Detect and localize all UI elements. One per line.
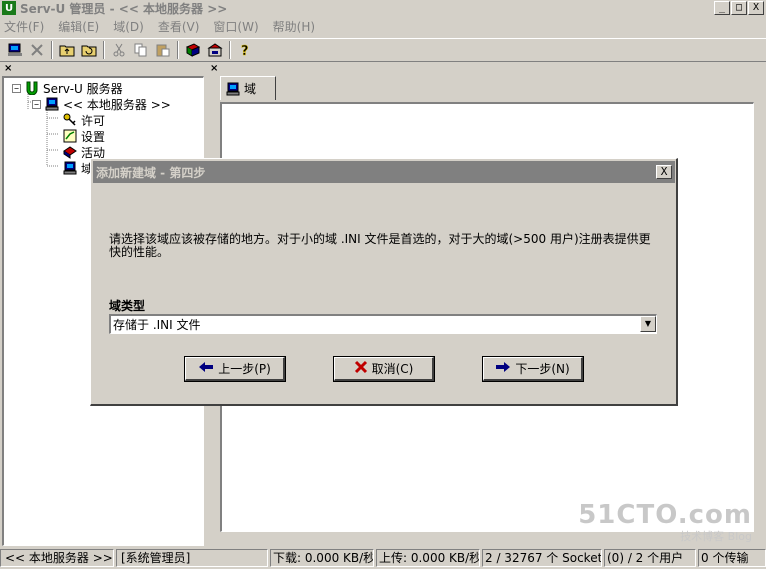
connect-icon[interactable] xyxy=(4,40,26,60)
dropdown-arrow-icon[interactable]: ▼ xyxy=(640,316,656,332)
title-bar: U Serv-U 管理员 - << 本地服务器 >> _ □ X xyxy=(0,0,766,16)
tab-label: 域 xyxy=(244,82,257,96)
book-icon[interactable] xyxy=(182,40,204,60)
paste-icon[interactable] xyxy=(152,40,174,60)
toolbar-separator xyxy=(51,41,53,59)
menu-file[interactable]: 文件(F) xyxy=(4,18,44,35)
add-domain-dialog: 添加新建域 - 第四步 X 请选择该域应该被存储的地方。对于小的域 .INI 文… xyxy=(90,158,678,406)
cancel-button-label: 取消(C) xyxy=(371,362,414,376)
dialog-title: 添加新建域 - 第四步 xyxy=(96,165,206,180)
toolbar-separator xyxy=(177,41,179,59)
tree-item-servu-server[interactable]: − Serv-U 服务器 xyxy=(12,80,123,96)
red-x-icon xyxy=(354,360,368,378)
serv-u-icon xyxy=(24,81,40,95)
right-pane-close-icon[interactable]: × xyxy=(210,64,218,74)
delete-icon[interactable] xyxy=(26,40,48,60)
close-window-button[interactable]: X xyxy=(748,1,764,15)
window-title: Serv-U 管理员 - << 本地服务器 >> xyxy=(20,1,228,16)
watermark-brand: 51CTO.com xyxy=(578,500,752,530)
arrow-right-icon xyxy=(495,361,511,376)
minimize-button[interactable]: _ xyxy=(714,1,730,15)
status-download: 下载: 0.000 KB/秒 xyxy=(270,549,374,567)
domain-type-value: 存储于 .INI 文件 xyxy=(113,318,201,332)
status-users: (0) / 2 个用户 xyxy=(604,549,696,567)
back-button[interactable]: 上一步(P) xyxy=(185,357,285,381)
status-transfers: 0 个传输 xyxy=(698,549,766,567)
toolbar-separator xyxy=(103,41,105,59)
serv-u-app-icon: U xyxy=(2,1,16,15)
activity-icon xyxy=(62,145,78,159)
server-icon[interactable] xyxy=(204,40,226,60)
toolbar-separator xyxy=(229,41,231,59)
tree-item-label: 许可 xyxy=(81,113,106,128)
next-button[interactable]: 下一步(N) xyxy=(483,357,583,381)
domain-type-select[interactable]: 存储于 .INI 文件 ▼ xyxy=(109,314,657,334)
menu-domain[interactable]: 域(D) xyxy=(113,18,144,35)
next-button-label: 下一步(N) xyxy=(515,362,570,376)
status-server: << 本地服务器 >> xyxy=(0,549,114,567)
dialog-close-button[interactable]: X xyxy=(656,165,672,179)
help-icon[interactable]: ? xyxy=(234,40,256,60)
key-icon xyxy=(62,113,78,127)
toolbar: ? xyxy=(0,38,766,62)
cut-icon[interactable] xyxy=(108,40,130,60)
watermark-tagline: 技术博客 Blog xyxy=(680,530,752,543)
cancel-button[interactable]: 取消(C) xyxy=(334,357,434,381)
domain-icon xyxy=(62,161,78,175)
tree-item-settings[interactable]: 设置 xyxy=(62,128,105,144)
tree-item-label: Serv-U 服务器 xyxy=(43,81,123,96)
collapse-icon[interactable]: − xyxy=(32,99,41,109)
tree-item-domains[interactable]: 域 xyxy=(62,160,93,176)
domain-tab-icon xyxy=(225,82,241,96)
tree-item-label: << 本地服务器 >> xyxy=(63,97,171,112)
svg-text:?: ? xyxy=(241,44,249,57)
menu-bar: 文件(F) 编辑(E) 域(D) 查看(V) 窗口(W) 帮助(H) xyxy=(0,16,766,36)
left-pane-close-icon[interactable]: × xyxy=(4,64,12,74)
maximize-button[interactable]: □ xyxy=(731,1,747,15)
tree-item-label: 设置 xyxy=(81,129,106,144)
menu-edit[interactable]: 编辑(E) xyxy=(58,18,99,35)
domain-type-label: 域类型 xyxy=(109,299,146,313)
status-user: [系统管理员] xyxy=(116,549,268,567)
watermark: 51CTO.com 技术博客 Blog xyxy=(578,500,752,544)
menu-help[interactable]: 帮助(H) xyxy=(273,18,315,35)
status-sockets: 2 / 32767 个 Socket xyxy=(482,549,602,567)
refresh-icon[interactable] xyxy=(78,40,100,60)
tab-domain[interactable]: 域 xyxy=(220,76,276,100)
computer-icon xyxy=(44,97,60,111)
tree-item-license[interactable]: 许可 xyxy=(62,112,105,128)
copy-icon[interactable] xyxy=(130,40,152,60)
menu-window[interactable]: 窗口(W) xyxy=(213,18,258,35)
menu-view[interactable]: 查看(V) xyxy=(158,18,200,35)
back-button-label: 上一步(P) xyxy=(218,362,271,376)
up-folder-icon[interactable] xyxy=(56,40,78,60)
status-bar: << 本地服务器 >> [系统管理员] 下载: 0.000 KB/秒 上传: 0… xyxy=(0,547,766,569)
app-window: U Serv-U 管理员 - << 本地服务器 >> _ □ X 文件(F) 编… xyxy=(0,0,766,569)
tree-item-local-server[interactable]: − << 本地服务器 >> xyxy=(32,96,171,112)
settings-icon xyxy=(62,129,78,143)
status-upload: 上传: 0.000 KB/秒 xyxy=(376,549,480,567)
collapse-icon[interactable]: − xyxy=(12,83,21,93)
dialog-title-bar: 添加新建域 - 第四步 X xyxy=(93,161,675,183)
dialog-description: 请选择该域应该被存储的地方。对于小的域 .INI 文件是首选的，对于大的域(>5… xyxy=(109,232,651,259)
arrow-left-icon xyxy=(198,361,214,376)
